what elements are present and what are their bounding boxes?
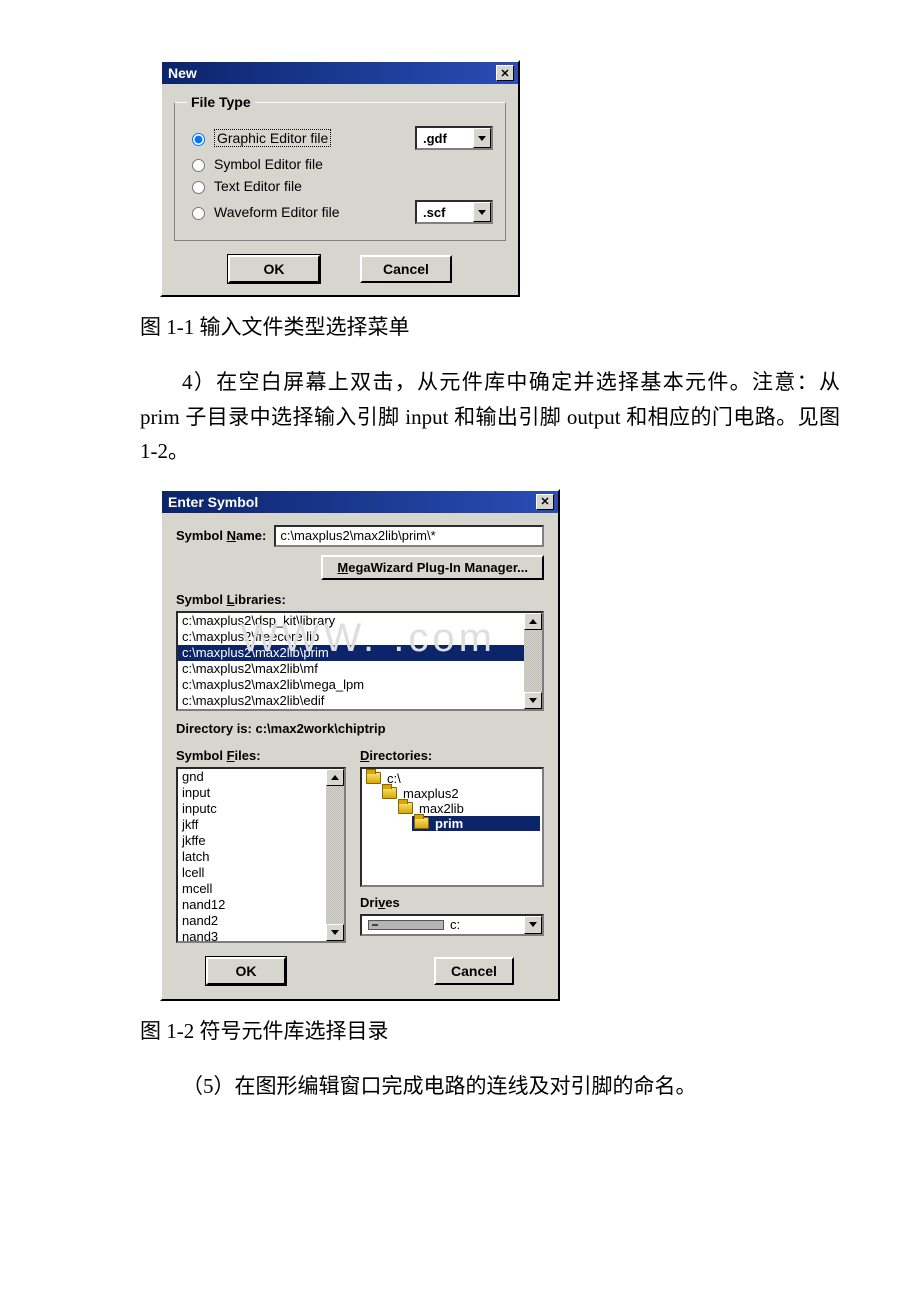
dialog-title: New	[168, 65, 197, 81]
enter-symbol-dialog: Enter Symbol ✕ Symbol Name: c:\maxplus2\…	[160, 489, 560, 1001]
close-icon[interactable]: ✕	[536, 494, 554, 510]
tree-node-label: max2lib	[419, 801, 464, 816]
list-item[interactable]: latch	[178, 849, 326, 865]
list-item[interactable]: c:\maxplus2\dsp_kit\library	[178, 613, 524, 629]
radio-text-editor[interactable]: Text Editor file	[187, 178, 493, 194]
gdf-extension-combo[interactable]: .gdf	[415, 126, 493, 150]
list-item[interactable]: input	[178, 785, 326, 801]
chevron-down-icon[interactable]	[473, 128, 491, 148]
chevron-down-icon[interactable]	[524, 916, 542, 934]
ok-button[interactable]: OK	[206, 957, 286, 985]
scroll-down-icon[interactable]	[326, 924, 344, 941]
directory-is-label: Directory is: c:\max2work\chiptrip	[176, 721, 544, 736]
symbol-libraries-label: Symbol Libraries:	[176, 592, 544, 607]
ext-value: .scf	[417, 205, 473, 220]
symbol-libraries-list[interactable]: c:\maxplus2\dsp_kit\libraryc:\maxplus2\f…	[176, 611, 544, 711]
symbol-name-row: Symbol Name: c:\maxplus2\max2lib\prim\*	[176, 525, 544, 547]
list-item[interactable]: c:\maxplus2\max2lib\mf	[178, 661, 524, 677]
radio-label: Waveform Editor file	[214, 204, 340, 220]
scrollbar[interactable]	[524, 613, 542, 709]
file-type-group: File Type Graphic Editor file .gdf Symbo…	[174, 94, 506, 241]
folder-icon	[414, 817, 429, 829]
chevron-down-icon[interactable]	[473, 202, 491, 222]
drive-value: c:	[450, 917, 524, 932]
scroll-up-icon[interactable]	[326, 769, 344, 786]
list-item[interactable]: nand2	[178, 913, 326, 929]
radio-label: Symbol Editor file	[214, 156, 323, 172]
scf-extension-combo[interactable]: .scf	[415, 200, 493, 224]
figure-caption-1-1: 图 1-1 输入文件类型选择菜单	[140, 311, 840, 341]
symbol-files-label: Symbol Files:	[176, 748, 346, 763]
folder-icon	[398, 802, 413, 814]
close-icon[interactable]: ✕	[496, 65, 514, 81]
radio-graphic-editor[interactable]: Graphic Editor file .gdf	[187, 126, 493, 150]
drive-icon	[368, 920, 444, 930]
dialog-title-bar[interactable]: Enter Symbol ✕	[162, 491, 558, 513]
list-item[interactable]: gnd	[178, 769, 326, 785]
dialog-title: Enter Symbol	[168, 494, 258, 510]
megawizard-button[interactable]: MegaWizard Plug-In Manager...	[321, 555, 544, 580]
drives-combo[interactable]: c:	[360, 914, 544, 936]
radio-label: Graphic Editor file	[217, 130, 328, 146]
radio-symbol-editor[interactable]: Symbol Editor file	[187, 156, 493, 172]
radio-waveform-editor[interactable]: Waveform Editor file .scf	[187, 200, 493, 224]
list-item[interactable]: c:\maxplus2\freecore lib	[178, 629, 524, 645]
scroll-down-icon[interactable]	[524, 692, 542, 709]
directories-label: Directories:	[360, 748, 544, 763]
paragraph-5: （5）在图形编辑窗口完成电路的连线及对引脚的命名。	[140, 1069, 840, 1104]
cancel-button[interactable]: Cancel	[434, 957, 514, 985]
paragraph-4: 4）在空白屏幕上双击，从元件库中确定并选择基本元件。注意：从 prim 子目录中…	[140, 365, 840, 469]
list-item[interactable]: c:\maxplus2\max2lib\prim	[178, 645, 524, 661]
new-file-dialog: New ✕ File Type Graphic Editor file .gdf…	[160, 60, 520, 297]
list-item[interactable]: mcell	[178, 881, 326, 897]
list-item[interactable]: jkff	[178, 817, 326, 833]
radio-input[interactable]	[192, 159, 205, 172]
radio-input[interactable]	[192, 207, 205, 220]
symbol-name-value: c:\maxplus2\max2lib\prim\*	[280, 528, 435, 543]
list-item[interactable]: c:\maxplus2\max2lib\edif	[178, 693, 524, 709]
tree-node-label: prim	[435, 816, 463, 831]
list-item[interactable]: nand12	[178, 897, 326, 913]
radio-input[interactable]	[192, 133, 205, 146]
radio-input[interactable]	[192, 181, 205, 194]
list-item[interactable]: nand3	[178, 929, 326, 941]
drives-label: Drives	[360, 895, 544, 910]
symbol-name-label: Symbol Name:	[176, 528, 266, 543]
folder-icon	[382, 787, 397, 799]
list-item[interactable]: c:\maxplus2\max2lib\mega_lpm	[178, 677, 524, 693]
list-item[interactable]: inputc	[178, 801, 326, 817]
scrollbar[interactable]	[326, 769, 344, 941]
figure-caption-1-2: 图 1-2 符号元件库选择目录	[140, 1015, 840, 1045]
symbol-files-list[interactable]: gndinputinputcjkffjkffelatchlcellmcellna…	[176, 767, 346, 943]
scroll-up-icon[interactable]	[524, 613, 542, 630]
list-item[interactable]: lcell	[178, 865, 326, 881]
group-title: File Type	[187, 94, 255, 110]
symbol-name-field[interactable]: c:\maxplus2\max2lib\prim\*	[274, 525, 544, 547]
ok-button[interactable]: OK	[228, 255, 320, 283]
radio-label: Text Editor file	[214, 178, 302, 194]
directories-tree[interactable]: c:\maxplus2max2libprim	[360, 767, 544, 887]
dialog-title-bar[interactable]: New ✕	[162, 62, 518, 84]
ext-value: .gdf	[417, 131, 473, 146]
tree-node[interactable]: prim	[412, 816, 540, 831]
tree-node-label: maxplus2	[403, 786, 459, 801]
cancel-button[interactable]: Cancel	[360, 255, 452, 283]
folder-icon	[366, 772, 381, 784]
list-item[interactable]: jkffe	[178, 833, 326, 849]
